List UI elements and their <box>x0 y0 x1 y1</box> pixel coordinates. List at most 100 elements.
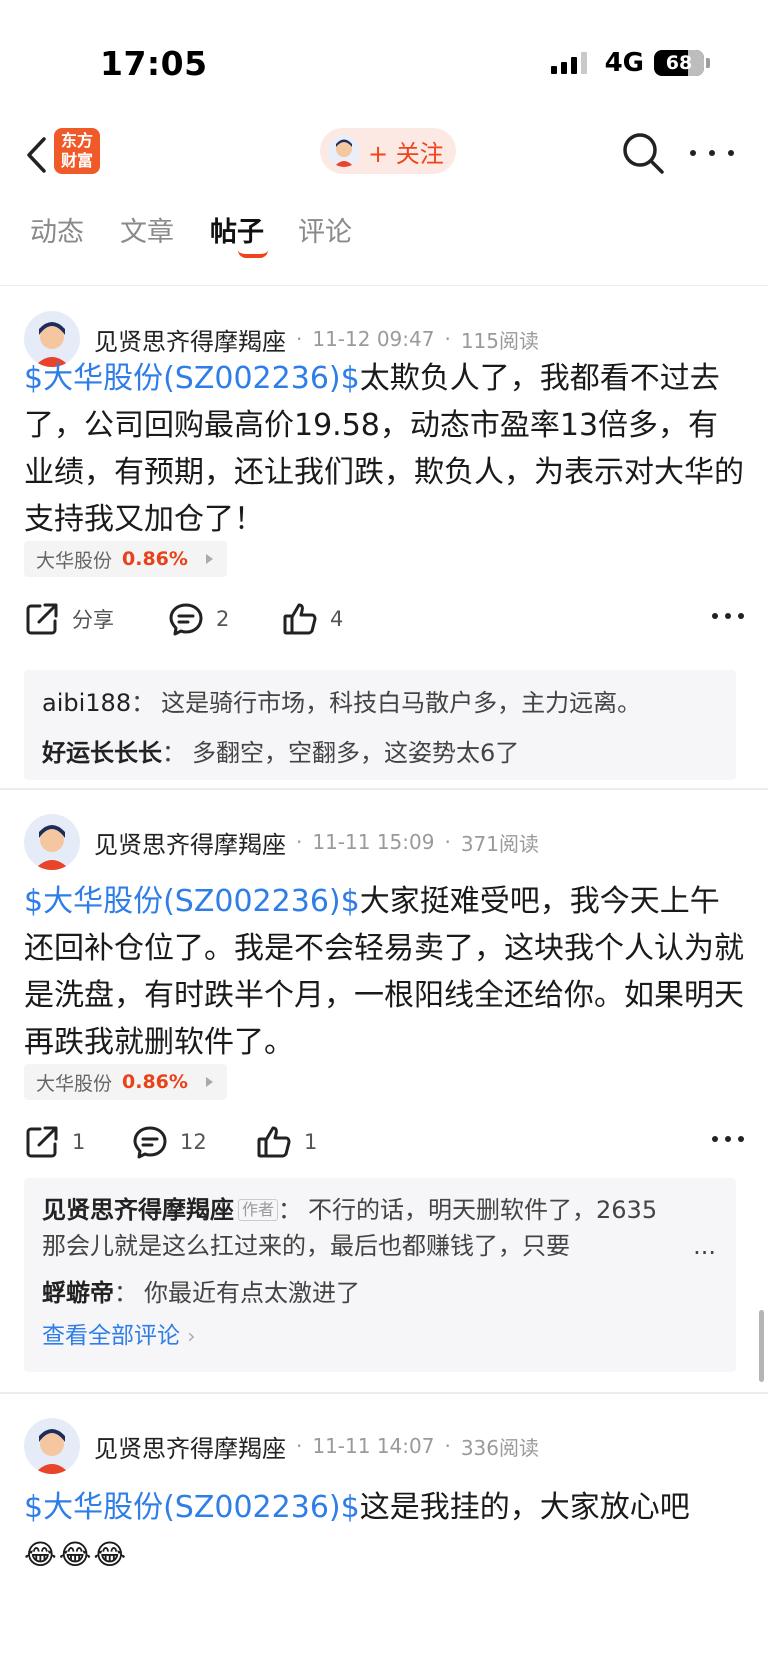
post-header: 见贤思齐得摩羯座 · 11-11 15:09 · 371阅读 <box>24 814 539 870</box>
comment-count: 2 <box>216 607 230 631</box>
thumbs-up-icon <box>257 1126 291 1158</box>
post-text[interactable]: $大华股份(SZ002236)$大家挺难受吧，我今天上午还回补仓位了。我是不会轻… <box>24 878 744 1066</box>
read-count: 115阅读 <box>460 328 540 353</box>
comment-text: 多翻空，空翻多，这姿势太6了 <box>192 739 520 767</box>
post-header: 见贤思齐得摩羯座 · 11-11 14:07 · 336阅读 <box>24 1418 539 1474</box>
dot-icon <box>725 613 731 619</box>
comment-preview[interactable]: aibi188： 这是骑行市场，科技白马散户多，主力远离。 好运长长长： 多翻空，空… <box>24 670 736 780</box>
post-text[interactable]: $大华股份(SZ002236)$这是我挂的，大家放心吧 😂😂😂 <box>24 1484 744 1578</box>
post-more-button[interactable] <box>712 1134 744 1144</box>
signal-icon <box>550 52 591 74</box>
chevron-right-icon <box>205 1077 213 1087</box>
chevron-right-icon: › <box>187 1324 196 1348</box>
author-avatar[interactable] <box>24 814 80 870</box>
author-avatar[interactable] <box>24 1418 80 1474</box>
separator-dot: · <box>444 1434 451 1458</box>
stock-chip[interactable]: 大华股份 0.86% <box>24 1064 227 1100</box>
separator-dot: · <box>296 830 303 854</box>
comment-button[interactable]: 12 <box>132 1120 207 1164</box>
stock-chip-change: 0.86% <box>122 548 188 570</box>
author-name[interactable]: 见贤思齐得摩羯座 <box>94 322 286 357</box>
read-count: 371阅读 <box>460 831 540 856</box>
post-actions: 分享 2 4 <box>24 597 744 641</box>
comment-user[interactable]: 见贤思齐得摩羯座 <box>42 1196 234 1224</box>
dot-icon <box>709 150 715 156</box>
like-count: 1 <box>304 1130 318 1154</box>
author-name[interactable]: 见贤思齐得摩羯座 <box>94 1429 286 1464</box>
stock-chip[interactable]: 大华股份 0.86% <box>24 541 227 577</box>
comment-button[interactable]: 2 <box>168 597 229 641</box>
separator-dot: · <box>444 327 451 351</box>
author-name[interactable]: 见贤思齐得摩羯座 <box>94 825 286 860</box>
tab-posts[interactable]: 帖子 <box>210 210 264 249</box>
post-text[interactable]: $大华股份(SZ002236)$太欺负人了，我都看不过去了，公司回购最高价19.… <box>24 355 744 543</box>
like-button[interactable]: 1 <box>256 1120 317 1164</box>
read-count: 336阅读 <box>460 1435 540 1460</box>
more-options-button[interactable] <box>690 140 734 166</box>
stock-mention-link[interactable]: $大华股份(SZ002236)$ <box>24 1490 360 1525</box>
app-logo: 东方财富 <box>54 128 100 174</box>
follow-button[interactable]: + 关注 <box>320 128 456 174</box>
comment-user[interactable]: 蜉蝣帝 <box>42 1279 114 1307</box>
thumbs-up-icon <box>283 603 317 635</box>
post-card[interactable]: 见贤思齐得摩羯座 · 11-11 14:07 · 336阅读 $大华股份(SZ0… <box>0 1394 768 1670</box>
dot-icon <box>725 1136 731 1142</box>
comment-icon <box>169 603 203 636</box>
search-button[interactable] <box>620 130 666 176</box>
share-icon <box>26 1126 58 1158</box>
comment-count: 12 <box>180 1130 207 1154</box>
top-nav-bar: 东方财富 + 关注 <box>0 120 768 200</box>
comment-colon: ： <box>278 1196 303 1224</box>
post-card[interactable]: 见贤思齐得摩羯座 · 11-12 09:47 · 115阅读 $大华股份(SZ0… <box>0 287 768 787</box>
user-avatar-icon <box>334 139 354 167</box>
stock-mention-link[interactable]: $大华股份(SZ002236)$ <box>24 884 360 919</box>
separator-dot: · <box>444 830 451 854</box>
post-date: 11-11 14:07 <box>312 1434 435 1458</box>
follow-label: + 关注 <box>368 139 444 168</box>
search-icon <box>623 133 664 174</box>
network-type: 4G <box>604 48 644 78</box>
view-all-comments-link[interactable]: 查看全部评论 › <box>42 1316 718 1356</box>
author-badge: 作者 <box>238 1199 279 1221</box>
scrollbar[interactable] <box>759 1310 764 1382</box>
tab-dynamic[interactable]: 动态 <box>30 210 84 249</box>
share-label: 分享 <box>72 608 114 632</box>
post-date: 11-11 15:09 <box>312 830 435 854</box>
chevron-right-icon <box>205 554 213 564</box>
post-card[interactable]: 见贤思齐得摩羯座 · 11-11 15:09 · 371阅读 $大华股份(SZ0… <box>0 790 768 1390</box>
share-button[interactable]: 1 <box>24 1120 85 1164</box>
share-count: 1 <box>72 1130 86 1154</box>
dot-icon <box>712 1136 718 1142</box>
chevron-left-icon <box>27 137 46 173</box>
comment-user[interactable]: aibi188 <box>42 689 131 717</box>
comment-icon <box>133 1126 167 1159</box>
comment-item: 蜉蝣帝： 你最近有点太激进了 <box>42 1274 718 1312</box>
user-avatar-icon <box>34 825 70 870</box>
stock-chip-name: 大华股份 <box>36 1072 113 1095</box>
comment-item: 好运长长长： 多翻空，空翻多，这姿势太6了 <box>42 734 718 772</box>
battery-level: 68 <box>665 52 693 74</box>
emoji-laughing-icon: 😂😂😂 <box>24 1538 129 1571</box>
tab-articles[interactable]: 文章 <box>120 210 174 249</box>
stock-mention-link[interactable]: $大华股份(SZ002236)$ <box>24 361 360 396</box>
user-avatar-icon <box>34 1429 70 1474</box>
dot-icon <box>738 1136 744 1142</box>
comment-item: aibi188： 这是骑行市场，科技白马散户多，主力远离。 <box>42 684 718 722</box>
avatar <box>328 135 360 167</box>
dot-icon <box>690 150 696 156</box>
comment-text: 你最近有点太激进了 <box>144 1279 360 1307</box>
profile-tabs: 动态 文章 帖子 评论 <box>0 200 768 286</box>
share-button[interactable]: 分享 <box>24 597 114 641</box>
app-logo-text: 东方财富 <box>60 131 93 170</box>
battery-nub <box>706 58 710 68</box>
share-icon <box>26 603 58 635</box>
comment-preview[interactable]: 见贤思齐得摩羯座 作者：不行的话，明天删软件了，2635那会儿就是这么扛过来的，最… <box>24 1178 736 1372</box>
post-actions: 1 12 1 <box>24 1120 744 1164</box>
back-button[interactable] <box>16 130 56 180</box>
like-button[interactable]: 4 <box>282 597 343 641</box>
status-bar: 17:05 4G 68 <box>0 0 768 120</box>
post-more-button[interactable] <box>712 611 744 621</box>
tab-comments[interactable]: 评论 <box>298 210 352 249</box>
post-date: 11-12 09:47 <box>312 327 435 351</box>
comment-user[interactable]: 好运长长长 <box>42 739 162 767</box>
